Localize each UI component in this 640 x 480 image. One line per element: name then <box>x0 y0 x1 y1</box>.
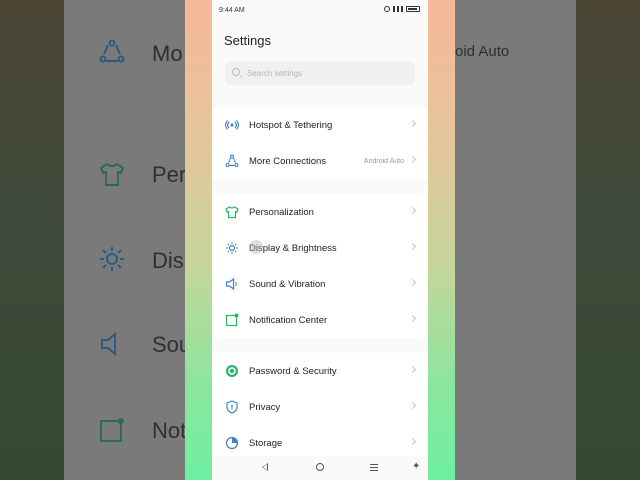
battery-icon <box>406 6 420 12</box>
storage-icon <box>225 436 239 450</box>
settings-group-security: Password & Security Privacy Storage <box>212 353 428 461</box>
chevron-right-icon <box>408 437 417 446</box>
connections-icon <box>225 154 239 168</box>
status-bar: 9:44 AM <box>212 0 428 22</box>
settings-item-label: Storage <box>249 437 283 449</box>
ghost-text: Sou <box>152 332 185 357</box>
sun-icon <box>225 241 239 255</box>
settings-item-sound[interactable]: Sound & Vibration <box>212 266 428 302</box>
connections-icon <box>99 39 125 63</box>
settings-group-connectivity: Hotspot & Tethering More Connections And… <box>212 107 428 179</box>
navigation-bar: ✦ <box>212 456 428 480</box>
search-bar[interactable] <box>225 61 415 85</box>
settings-item-label: Password & Security <box>249 365 337 377</box>
chevron-right-icon <box>408 314 417 323</box>
settings-item-display[interactable]: Display & Brightness <box>212 230 428 266</box>
settings-item-label: Sound & Vibration <box>249 278 326 290</box>
settings-item-label: Notification Center <box>249 314 328 326</box>
settings-item-label: More Connections <box>249 155 327 167</box>
settings-item-value: Android Auto <box>363 157 404 165</box>
background-right-edge <box>576 0 640 480</box>
settings-item-label: Privacy <box>249 401 281 413</box>
settings-item-notification[interactable]: Notification Center <box>212 302 428 338</box>
ghost-text: Mo <box>152 41 183 66</box>
tshirt-icon <box>99 162 125 186</box>
status-time: 9:44 AM <box>219 7 245 14</box>
sun-icon <box>100 247 124 271</box>
tshirt-icon <box>225 205 239 219</box>
chevron-right-icon <box>408 401 417 410</box>
settings-item-label: Personalization <box>249 206 314 218</box>
ghost-text: Per <box>152 162 185 187</box>
background-blurred-right: oid Auto <box>455 0 576 480</box>
phone-screen: 9:44 AM Settings Hotspot & Tethering Mor… <box>212 0 428 480</box>
status-icons <box>384 6 420 12</box>
signal-icon <box>393 6 403 12</box>
chevron-right-icon <box>408 155 417 164</box>
settings-item-password[interactable]: Password & Security <box>212 353 428 389</box>
ghost-text: Dis <box>152 248 184 273</box>
background-blurred-left: Mo Per Dis Sou Not <box>64 0 185 480</box>
chevron-right-icon <box>408 365 417 374</box>
settings-item-more-connections[interactable]: More Connections Android Auto <box>212 143 428 179</box>
home-icon[interactable] <box>316 463 324 471</box>
search-input[interactable] <box>247 61 407 85</box>
notification-icon <box>100 418 124 442</box>
chevron-right-icon <box>408 206 417 215</box>
ghost-text: oid Auto <box>455 43 510 60</box>
background-left-edge <box>0 0 64 480</box>
notification-icon <box>225 313 239 327</box>
accessibility-icon[interactable]: ✦ <box>412 461 420 472</box>
recents-icon[interactable] <box>370 464 378 471</box>
touch-indicator <box>249 240 263 254</box>
settings-item-privacy[interactable]: Privacy <box>212 389 428 425</box>
alarm-icon <box>384 6 390 12</box>
shield-icon <box>225 400 239 414</box>
settings-group-display: Personalization Display & Brightness Sou… <box>212 194 428 338</box>
chevron-right-icon <box>408 242 417 251</box>
speaker-icon <box>225 277 239 291</box>
back-icon[interactable] <box>262 463 268 471</box>
ghost-text: Not <box>152 418 185 443</box>
search-icon <box>232 68 240 76</box>
hotspot-icon <box>225 118 239 132</box>
settings-item-hotspot[interactable]: Hotspot & Tethering <box>212 107 428 143</box>
page-title: Settings <box>224 33 271 48</box>
settings-item-personalization[interactable]: Personalization <box>212 194 428 230</box>
chevron-right-icon <box>408 278 417 287</box>
chevron-right-icon <box>408 119 417 128</box>
speaker-icon <box>101 331 116 357</box>
settings-item-label: Hotspot & Tethering <box>249 119 333 131</box>
lock-icon <box>225 364 239 378</box>
